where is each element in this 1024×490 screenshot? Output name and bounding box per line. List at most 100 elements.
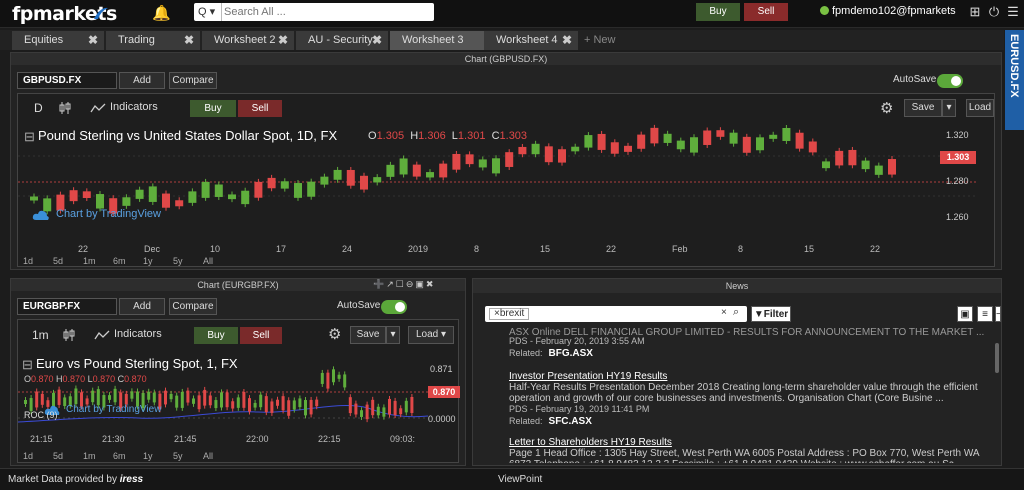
add-panel-icon[interactable]: ⊞ bbox=[968, 4, 982, 20]
tab-worksheet-3[interactable]: Worksheet 3 bbox=[390, 31, 484, 50]
last-price-label: 1.303 bbox=[940, 151, 976, 164]
autosave-toggle[interactable] bbox=[937, 74, 963, 88]
range-button[interactable]: 1d bbox=[23, 451, 33, 461]
tab-au-security[interactable]: AU - Security ✖ bbox=[296, 31, 388, 50]
save-dropdown-icon[interactable]: ▾ bbox=[386, 326, 400, 344]
menu-icon[interactable]: ☰ bbox=[1006, 4, 1020, 20]
x-axis-tick: 10 bbox=[210, 244, 221, 254]
range-button[interactable]: 1y bbox=[143, 256, 153, 266]
chart-buy-button[interactable]: Buy bbox=[190, 100, 236, 117]
chart-sell-button[interactable]: Sell bbox=[238, 100, 282, 117]
indicators-icon[interactable] bbox=[90, 102, 106, 114]
user-menu[interactable]: fpmdemo102@fpmarkets bbox=[820, 5, 956, 17]
new-tab-button[interactable]: + New bbox=[584, 31, 616, 50]
x-axis-tick: 15 bbox=[540, 244, 551, 254]
power-icon[interactable]: ⏻ bbox=[987, 4, 1001, 20]
tab-worksheet-4[interactable]: Worksheet 4 ✖ bbox=[484, 31, 578, 50]
search-icon[interactable]: ⌕ bbox=[733, 306, 739, 319]
autosave-toggle[interactable] bbox=[381, 300, 407, 314]
candle bbox=[650, 127, 659, 144]
range-button[interactable]: 1m bbox=[83, 451, 96, 461]
range-button[interactable]: 1d bbox=[23, 256, 33, 266]
close-icon[interactable]: ✖ bbox=[372, 31, 382, 50]
search-input[interactable] bbox=[224, 4, 430, 20]
candle bbox=[365, 404, 369, 420]
indicators-button[interactable]: Indicators bbox=[114, 328, 162, 340]
close-icon[interactable]: ✖ bbox=[562, 31, 572, 50]
range-button[interactable]: 6m bbox=[113, 256, 126, 266]
related-symbol[interactable]: SFC.ASX bbox=[549, 416, 592, 427]
filter-tag[interactable]: ×brexit bbox=[489, 308, 530, 320]
news-item[interactable]: ASX Online DELL FINANCIAL GROUP LIMITED … bbox=[481, 327, 1001, 359]
minimize-icon[interactable]: − bbox=[995, 306, 1001, 322]
chart-panel-gbpusd: Chart (GBPUSD.FX) GBPUSD.FX Add Compare … bbox=[10, 52, 1002, 270]
candle bbox=[637, 134, 646, 149]
compare-button[interactable]: Compare bbox=[169, 298, 217, 315]
sell-button[interactable]: Sell bbox=[744, 3, 788, 21]
candle bbox=[848, 149, 857, 166]
save-dropdown-icon[interactable]: ▾ bbox=[942, 99, 956, 117]
clear-icon[interactable]: × bbox=[721, 307, 727, 318]
range-button[interactable]: 5y bbox=[173, 451, 183, 461]
range-button[interactable]: All bbox=[203, 451, 213, 461]
candle bbox=[663, 133, 672, 143]
range-button[interactable]: 5d bbox=[53, 256, 63, 266]
news-item[interactable]: Investor Presentation HY19 Results Half-… bbox=[481, 371, 1001, 427]
load-button[interactable]: Load ▾ bbox=[408, 326, 454, 344]
range-button[interactable]: All bbox=[203, 256, 213, 266]
save-news-icon[interactable]: ▣ bbox=[957, 306, 973, 322]
candle bbox=[729, 132, 738, 144]
candle bbox=[874, 165, 883, 175]
news-search-box[interactable]: ×brexit × ⌕ bbox=[485, 306, 747, 322]
tab-equities[interactable]: Equities ✖ bbox=[12, 31, 104, 50]
save-button[interactable]: Save bbox=[350, 326, 386, 344]
candle bbox=[465, 154, 474, 165]
symbol-field[interactable]: GBPUSD.FX bbox=[17, 72, 117, 89]
close-icon[interactable]: ✖ bbox=[88, 31, 98, 50]
settings-gear-icon[interactable]: ⚙ bbox=[880, 99, 893, 117]
x-axis-tick: 21:30 bbox=[102, 434, 125, 444]
news-headline[interactable]: Investor Presentation HY19 Results bbox=[509, 371, 1001, 382]
indicator-label: ROC (9) bbox=[24, 410, 58, 420]
symbol-field[interactable]: EURGBP.FX bbox=[17, 298, 117, 315]
news-item[interactable]: Letter to Shareholders HY19 Results Page… bbox=[481, 437, 1001, 463]
news-scrollbar[interactable] bbox=[995, 343, 999, 373]
close-icon[interactable]: ✖ bbox=[184, 31, 194, 50]
range-button[interactable]: 5d bbox=[53, 451, 63, 461]
add-button[interactable]: Add bbox=[119, 298, 165, 315]
range-button[interactable]: 6m bbox=[113, 451, 126, 461]
chart-sell-button[interactable]: Sell bbox=[240, 327, 282, 344]
chart-area[interactable]: D Indicators Buy Sell ⚙ Save ▾ Load ⊟ Po… bbox=[17, 93, 995, 267]
load-button[interactable]: Load bbox=[966, 99, 994, 117]
interval-selector[interactable]: 1m bbox=[32, 328, 49, 342]
side-tab-eurusd[interactable]: EURUSD.FX bbox=[1005, 30, 1024, 130]
tab-trading[interactable]: Trading ✖ bbox=[106, 31, 200, 50]
related-symbol[interactable]: BFG.ASX bbox=[549, 348, 593, 359]
interval-selector[interactable]: D bbox=[34, 101, 43, 115]
candle bbox=[175, 200, 184, 207]
tab-worksheet-2[interactable]: Worksheet 2 ✖ bbox=[202, 31, 294, 50]
indicators-icon[interactable] bbox=[94, 329, 110, 341]
range-button[interactable]: 5y bbox=[173, 256, 183, 266]
list-view-icon[interactable]: ≡ bbox=[977, 306, 993, 322]
chart-area[interactable]: 1m Indicators Buy Sell ⚙ Save ▾ Load ▾ ⊟… bbox=[17, 319, 460, 463]
chart-buy-button[interactable]: Buy bbox=[194, 327, 238, 344]
range-button[interactable]: 1m bbox=[83, 256, 96, 266]
candle bbox=[253, 402, 257, 408]
bell-icon[interactable]: 🔔 bbox=[152, 4, 171, 22]
search-type-dropdown[interactable]: Q ▾ bbox=[194, 3, 222, 21]
candles-icon[interactable] bbox=[62, 328, 76, 342]
news-headline[interactable]: ASX Online DELL FINANCIAL GROUP LIMITED … bbox=[509, 327, 1001, 336]
range-button[interactable]: 1y bbox=[143, 451, 153, 461]
news-headline[interactable]: Letter to Shareholders HY19 Results bbox=[509, 437, 1001, 448]
close-icon[interactable]: ✖ bbox=[278, 31, 288, 50]
candles-icon[interactable] bbox=[58, 101, 72, 115]
buy-button[interactable]: Buy bbox=[696, 3, 740, 21]
indicators-button[interactable]: Indicators bbox=[110, 101, 158, 113]
settings-gear-icon[interactable]: ⚙ bbox=[328, 325, 341, 343]
compare-button[interactable]: Compare bbox=[169, 72, 217, 89]
add-button[interactable]: Add bbox=[119, 72, 165, 89]
save-button[interactable]: Save bbox=[904, 99, 942, 117]
filter-button[interactable]: ▼Filter bbox=[751, 306, 791, 322]
panel-controls[interactable]: ➕↗☐⊖▣✖ bbox=[373, 279, 435, 290]
